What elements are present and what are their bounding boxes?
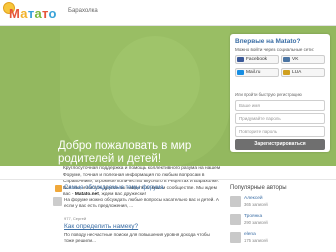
name-field[interactable]: Ваше имя <box>235 100 325 111</box>
nav-link-baraholka[interactable]: Барахолка <box>68 8 98 14</box>
author-count: 175 записей <box>244 238 268 243</box>
password-field[interactable]: Придумайте пароль <box>235 113 325 124</box>
forum-post-meta: 977, Сергей <box>64 216 87 221</box>
vk-login-button[interactable]: VK <box>281 55 325 64</box>
avatar <box>230 196 241 207</box>
vk-icon <box>283 57 290 62</box>
signup-title: Впервые на Matato? <box>235 38 301 45</box>
author-item[interactable]: Алексей 365 записей <box>230 196 330 212</box>
avatar <box>230 214 241 225</box>
lua-icon <box>283 70 290 75</box>
signup-panel: Впервые на Matato? Можно войти через соц… <box>230 34 330 152</box>
avatar <box>230 232 241 243</box>
facebook-login-button[interactable]: Facebook <box>235 55 279 64</box>
author-name[interactable]: Троянка <box>244 214 262 219</box>
register-button[interactable]: Зарегистрироваться <box>235 139 325 150</box>
section-divider <box>0 179 336 180</box>
hero-title: Добро пожаловать в мир родителей и детей… <box>58 140 192 165</box>
logo-text: Матато <box>9 6 57 21</box>
password-confirm-field[interactable]: Повторите пароль <box>235 126 325 137</box>
authors-heading: Популярные авторы <box>230 185 287 191</box>
forum-heading[interactable]: Самые обсуждаемые темы форума <box>64 185 164 191</box>
author-item[interactable]: Троянка 290 записей <box>230 214 330 230</box>
hero-decoration-circle <box>110 36 200 126</box>
forum-topic-text: По поводу несчастные поиски для повышени… <box>64 232 210 243</box>
facebook-icon <box>237 57 244 62</box>
forum-post-text: На форуме можно обсуждать любые вопросы … <box>64 197 219 208</box>
author-name[interactable]: elena <box>244 232 256 237</box>
author-count: 365 записей <box>244 202 268 207</box>
author-item[interactable]: elena 175 записей <box>230 232 330 248</box>
top-header: Матато Барахолка <box>0 0 336 26</box>
intro-paragraph: Круглосуточная поддержка и помощь коллек… <box>63 166 221 198</box>
mailru-icon <box>237 70 244 75</box>
signup-subtitle: Можно войти через социальные сети: <box>235 47 315 52</box>
forum-icon <box>55 185 62 192</box>
forum-topic-link[interactable]: Как определить намеку? <box>64 223 138 230</box>
quick-register-label: Или пройти быструю регистрацию <box>235 92 302 97</box>
site-logo[interactable]: Матато <box>3 2 61 26</box>
avatar <box>53 197 62 206</box>
lua-login-button[interactable]: LUA <box>281 68 325 77</box>
mailru-login-button[interactable]: Mail.ru <box>235 68 279 77</box>
author-count: 290 записей <box>244 220 268 225</box>
author-name[interactable]: Алексей <box>244 196 263 201</box>
